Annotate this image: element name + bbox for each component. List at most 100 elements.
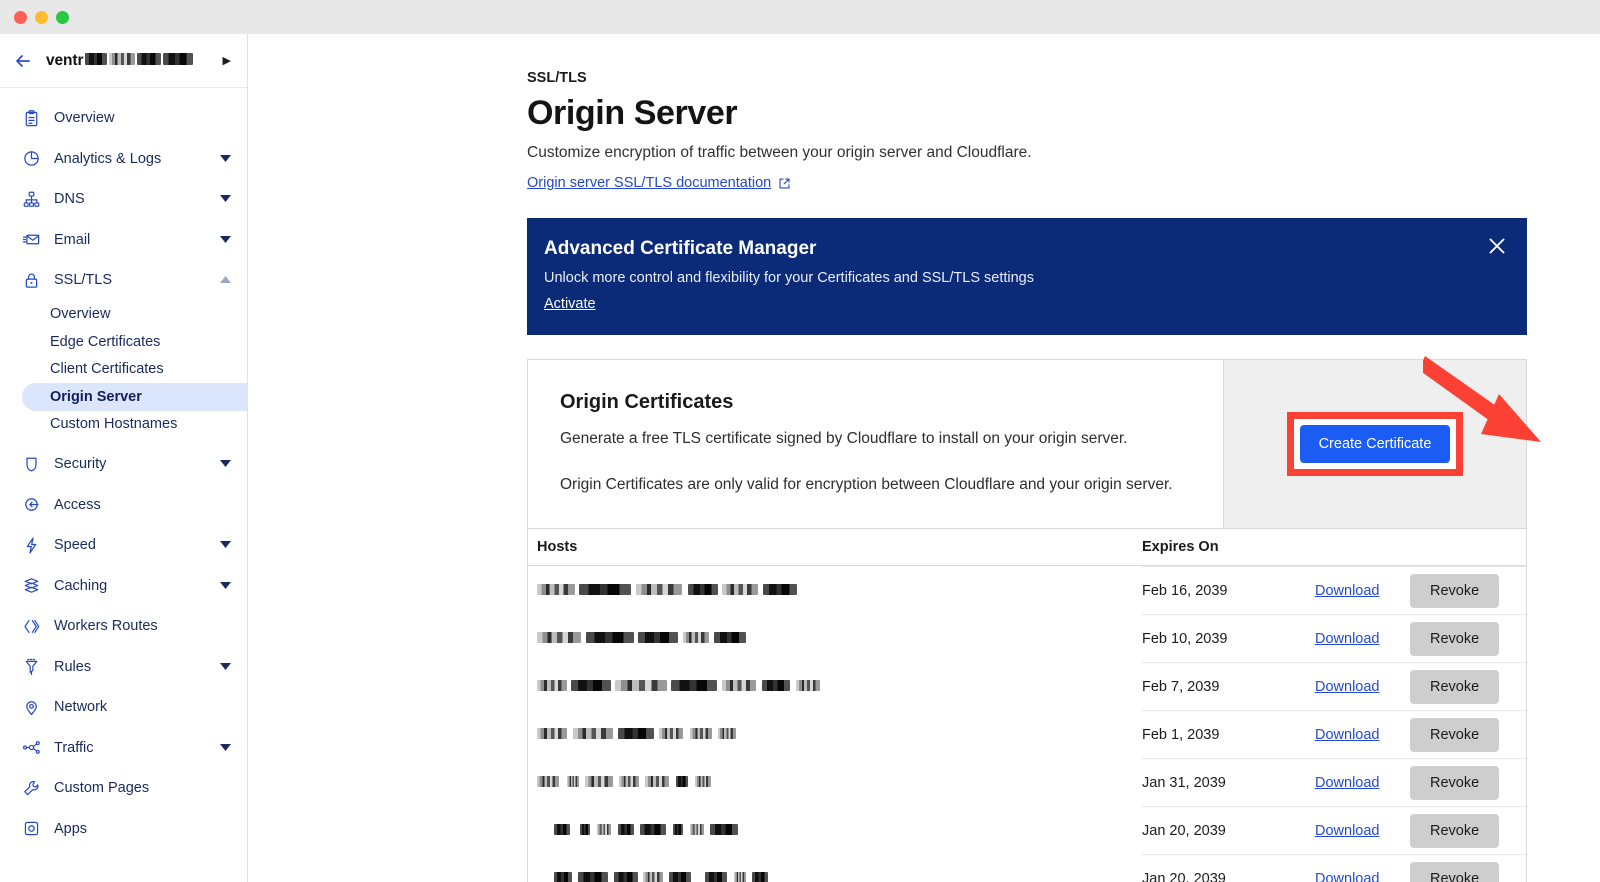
sidebar-item-label: Custom Pages: [54, 780, 150, 797]
sidebar-subitem-label: Overview: [50, 306, 111, 323]
window-close-button[interactable]: [14, 10, 27, 24]
cell-expires-on: Feb 10, 2039: [1142, 630, 1228, 647]
cell-host: [528, 821, 1142, 839]
window-minimize-button[interactable]: [35, 10, 48, 24]
workers-icon: [20, 615, 42, 637]
card-paragraph-2: Origin Certificates are only valid for e…: [560, 476, 1173, 493]
chevron-down-icon[interactable]: [219, 153, 231, 165]
sidebar-item-speed[interactable]: Speed: [0, 525, 247, 566]
revoke-button[interactable]: Revoke: [1410, 621, 1500, 656]
revoke-button[interactable]: Revoke: [1410, 861, 1500, 882]
sidebar-item-label: DNS: [54, 191, 85, 208]
window-titlebar: [0, 0, 1600, 34]
sidebar-item-edge-certificates[interactable]: Edge Certificates: [0, 328, 247, 356]
chevron-down-icon[interactable]: [219, 458, 231, 470]
apps-icon: [20, 818, 42, 840]
download-link[interactable]: Download: [1315, 631, 1410, 647]
sidebar-item-analytics-and-logs[interactable]: Analytics & Logs: [0, 139, 247, 180]
row-right-group: Feb 16, 2039 Download Revoke: [1142, 566, 1526, 614]
envelope-icon: [20, 229, 42, 251]
download-link[interactable]: Download: [1315, 583, 1410, 599]
sidebar-subitem-label: Custom Hostnames: [50, 416, 178, 433]
annotation-highlight-box: Create Certificate: [1286, 412, 1464, 476]
origin-certificates-card: Origin Certificates Generate a free TLS …: [527, 359, 1527, 529]
account-name-text: ventr: [46, 51, 84, 69]
revoke-button[interactable]: Revoke: [1410, 573, 1500, 608]
chevron-down-icon[interactable]: [219, 661, 231, 673]
cell-host: [528, 773, 1142, 791]
sidebar-item-label: Caching: [54, 577, 108, 594]
sidebar-item-label: Traffic: [54, 739, 94, 756]
chevron-up-icon[interactable]: [219, 274, 231, 286]
sidebar-item-overview[interactable]: Overview: [0, 98, 247, 139]
sidebar-item-workers-routes[interactable]: Workers Routes: [0, 606, 247, 647]
account-name: ventr: [46, 52, 205, 70]
sidebar-item-network[interactable]: Network: [0, 687, 247, 728]
sidebar-item-access[interactable]: Access: [0, 485, 247, 526]
table-row: Feb 1, 2039 Download Revoke: [527, 710, 1527, 758]
row-right-group: Feb 7, 2039 Download Revoke: [1142, 662, 1526, 710]
sidebar-item-rules[interactable]: Rules: [0, 647, 247, 688]
card-title: Origin Certificates: [560, 391, 734, 413]
sidebar-item-email[interactable]: Email: [0, 220, 247, 261]
download-link[interactable]: Download: [1315, 679, 1410, 695]
sidebar-item-custom-hostnames[interactable]: Custom Hostnames: [0, 411, 247, 439]
sidebar-item-ssl-tls[interactable]: SSL/TLS: [0, 260, 247, 301]
page-description: Customize encryption of traffic between …: [527, 144, 1032, 161]
documentation-link[interactable]: Origin server SSL/TLS documentation: [527, 175, 771, 191]
chevron-down-icon[interactable]: [219, 193, 231, 205]
chevron-right-icon[interactable]: ▶: [217, 54, 231, 67]
download-link[interactable]: Download: [1315, 775, 1410, 791]
revoke-button[interactable]: Revoke: [1410, 717, 1500, 752]
sidebar-item-label: Network: [54, 699, 108, 716]
download-link[interactable]: Download: [1315, 823, 1410, 839]
sidebar-subitem-label: Origin Server: [50, 388, 142, 405]
sidebar-item-custom-pages[interactable]: Custom Pages: [0, 768, 247, 809]
chevron-down-icon[interactable]: [219, 580, 231, 592]
table-row: Jan 20, 2039 Download Revoke: [527, 854, 1527, 882]
sidebar-item-label: SSL/TLS: [54, 272, 113, 289]
activate-link[interactable]: Activate: [544, 296, 596, 312]
revoke-button[interactable]: Revoke: [1410, 813, 1500, 848]
sidebar-item-traffic[interactable]: Traffic: [0, 728, 247, 769]
sidebar-item-ssl-overview[interactable]: Overview: [0, 301, 247, 329]
sidebar-nav: Overview Analytics & Logs DNS Email SSL/…: [0, 88, 247, 849]
cell-host: [528, 869, 1142, 882]
download-link[interactable]: Download: [1315, 871, 1410, 882]
lock-icon: [20, 269, 42, 291]
advanced-certificate-manager-banner: Advanced Certificate Manager Unlock more…: [527, 218, 1527, 335]
revoke-button[interactable]: Revoke: [1410, 765, 1500, 800]
download-link[interactable]: Download: [1315, 727, 1410, 743]
account-switcher[interactable]: ventr ▶: [0, 34, 247, 88]
sidebar-item-security[interactable]: Security: [0, 444, 247, 485]
close-icon[interactable]: [1485, 234, 1509, 258]
card-paragraph-1: Generate a free TLS certificate signed b…: [560, 430, 1128, 447]
revoke-button[interactable]: Revoke: [1410, 669, 1500, 704]
sidebar-item-label: Overview: [54, 110, 115, 127]
wrench-icon: [20, 777, 42, 799]
column-header-expires-on: Expires On: [1142, 539, 1219, 555]
breadcrumb: SSL/TLS: [527, 70, 587, 86]
chevron-down-icon[interactable]: [219, 742, 231, 754]
create-certificate-button[interactable]: Create Certificate: [1299, 425, 1451, 463]
certificates-table: Hosts Expires On Feb 16, 2039 Download R…: [527, 529, 1527, 882]
cell-host: [528, 629, 1142, 647]
traffic-nodes-icon: [20, 737, 42, 759]
chevron-down-icon[interactable]: [219, 539, 231, 551]
external-link-icon: [778, 177, 791, 190]
cell-host: [528, 581, 1142, 599]
cell-expires-on: Feb 1, 2039: [1142, 726, 1220, 743]
banner-subtitle: Unlock more control and flexibility for …: [544, 270, 1034, 286]
content-column: SSL/TLS Origin Server Customize encrypti…: [527, 34, 1527, 882]
documentation-link-row[interactable]: Origin server SSL/TLS documentation: [527, 175, 791, 191]
sidebar-item-label: Analytics & Logs: [54, 150, 162, 167]
chevron-down-icon[interactable]: [219, 234, 231, 246]
window-zoom-button[interactable]: [56, 10, 69, 24]
sidebar-item-client-certificates[interactable]: Client Certificates: [0, 356, 247, 384]
sidebar-item-caching[interactable]: Caching: [0, 566, 247, 607]
arrow-left-icon[interactable]: [12, 50, 34, 72]
sidebar-item-dns[interactable]: DNS: [0, 179, 247, 220]
cell-expires-on: Jan 20, 2039: [1142, 870, 1226, 882]
sidebar-item-origin-server[interactable]: Origin Server: [22, 383, 247, 411]
sidebar-item-apps[interactable]: Apps: [0, 809, 247, 850]
